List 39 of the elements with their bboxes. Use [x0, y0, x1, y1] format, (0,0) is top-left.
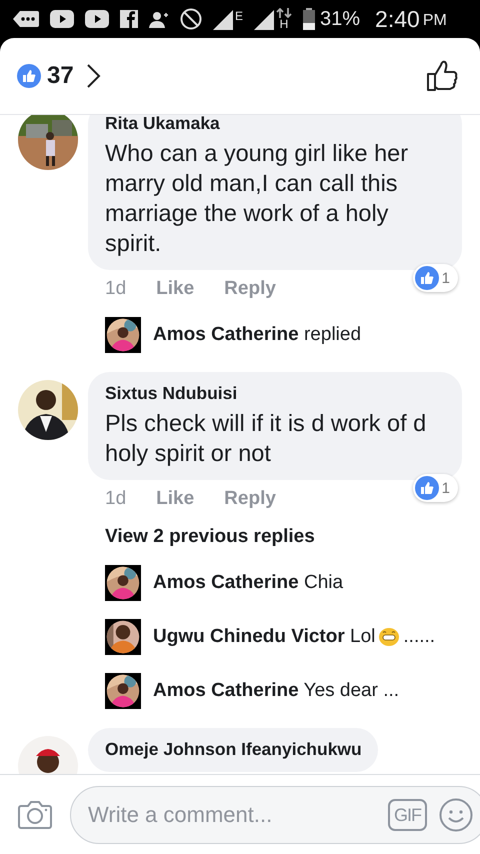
comment-time: 1d — [105, 278, 126, 300]
comment-time: 1d — [105, 488, 126, 510]
reply-summary[interactable]: Amos Catherine replied — [153, 324, 362, 346]
comment-text: Who can a young girl like her marry old man,I can call this marriage the work of a holy spirit. — [105, 139, 410, 258]
play-icon — [50, 10, 74, 28]
network-type: E — [235, 8, 244, 22]
data-arrows-icon — [276, 8, 292, 18]
battery-icon — [303, 8, 316, 30]
facebook-icon — [120, 10, 138, 28]
camera-icon[interactable] — [18, 800, 52, 830]
reaction-count-badge[interactable]: 1 — [412, 264, 458, 292]
comment-text: Pls check will if it is d work of d holy spirit or not — [105, 409, 428, 468]
clock-time: 2:40 — [375, 6, 420, 32]
clock-meridiem: PM — [422, 12, 447, 30]
battery-percentage: 31% — [320, 8, 360, 30]
view-previous-replies-link[interactable]: View 2 previous replies — [0, 518, 315, 556]
play-icon — [85, 10, 109, 28]
reaction-count-badge[interactable]: 1 — [412, 474, 458, 502]
add-person-icon — [149, 10, 169, 28]
commenter-name[interactable]: Omeje Johnson Ifeanyichukwu — [105, 739, 362, 760]
more-icon — [12, 9, 39, 29]
reply-summary[interactable]: Amos Catherine Chia — [153, 572, 344, 594]
chevron-right-icon — [86, 63, 102, 89]
like-icon — [414, 476, 439, 500]
grinning-emoji-icon — [379, 628, 400, 646]
thumbs-up-icon[interactable] — [426, 60, 458, 92]
like-icon — [414, 266, 439, 290]
reply-summary-suffix: ...... — [403, 626, 436, 648]
reactions-button[interactable]: 37 — [17, 62, 102, 90]
reply-summary[interactable]: Ugwu Chinedu Victor Lol — [153, 626, 376, 648]
commenter-name[interactable]: Rita Ukamaka — [105, 115, 446, 134]
emoji-icon[interactable] — [439, 798, 473, 832]
block-icon — [180, 8, 202, 30]
network-type: H — [280, 18, 288, 30]
commenter-name[interactable]: Sixtus Ndubuisi — [105, 383, 446, 404]
reply-summary[interactable]: Amos Catherine Yes dear ... — [153, 680, 400, 702]
like-icon — [17, 64, 41, 88]
signal-icon — [254, 10, 274, 30]
signal-icon — [213, 10, 233, 30]
